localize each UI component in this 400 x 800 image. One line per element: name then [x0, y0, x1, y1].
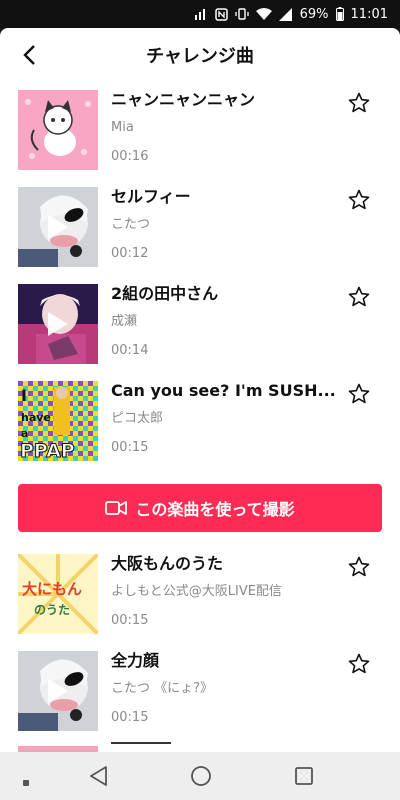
song-thumbnail[interactable]: I have a PPAP — [18, 381, 98, 461]
song-duration: 00:15 — [111, 440, 149, 455]
song-thumbnail[interactable] — [18, 90, 98, 170]
song-item[interactable]: 全力顔 こたつ 《にょ?》 00:15 — [0, 643, 400, 740]
ppap-thumb-text-ppap: PPAP — [20, 440, 75, 461]
back-button[interactable] — [14, 40, 44, 70]
play-icon — [48, 679, 68, 703]
song-info: ニャンニャンニャン Mia 00:16 — [111, 88, 339, 164]
shoot-with-song-button[interactable]: この楽曲を使って撮影 — [18, 484, 382, 532]
ppap-thumb-text-a: a — [21, 427, 28, 440]
wifi-icon — [255, 7, 272, 21]
song-item[interactable]: I have a PPAP Can you see? I'm SUSH... ピ… — [0, 373, 400, 470]
ppap-thumb-text-have: have — [21, 411, 51, 424]
overview-square-icon[interactable] — [294, 766, 314, 790]
song-artist: こたつ 《にょ?》 — [111, 681, 214, 696]
song-item[interactable]: 2組の田中さん 成瀬 00:14 — [0, 276, 400, 373]
song-title: セルフィー — [111, 187, 191, 206]
favorite-button[interactable] — [346, 187, 372, 213]
battery-percent: 69% — [299, 6, 329, 22]
song-artist: こたつ — [111, 217, 151, 232]
favorite-button[interactable] — [346, 284, 372, 310]
song-list: ニャンニャンニャン Mia 00:16 セルフィー こたつ 00:12 2組の田… — [0, 82, 400, 470]
song-duration: 00:15 — [111, 710, 149, 725]
song-info: 大阪もんのうた よしもと公式@大阪LIVE配信 00:15 — [111, 552, 339, 628]
star-outline-icon — [348, 189, 370, 210]
chevron-left-icon — [23, 45, 35, 65]
song-info: Can you see? I'm SUSH... ピコ太郎 00:15 — [111, 379, 339, 455]
play-icon — [48, 312, 68, 336]
vibrate-icon — [234, 7, 249, 21]
challenge-songs-sheet: チャレンジ曲 ニャンニャンニャン Mia 00:16 セルフィー こたつ 00:… — [0, 28, 400, 752]
song-duration: 00:14 — [111, 343, 149, 358]
song-item[interactable]: ニャンニャンニャン Mia 00:16 — [0, 82, 400, 179]
song-info: 2組の田中さん 成瀬 00:14 — [111, 282, 339, 358]
song-duration: 00:16 — [111, 149, 149, 164]
star-outline-icon — [348, 286, 370, 307]
song-item[interactable]: 大にもん のうた 大阪もんのうた よしもと公式@大阪LIVE配信 00:15 — [0, 546, 400, 643]
song-artist: Mia — [111, 120, 134, 135]
battery-icon — [335, 7, 344, 21]
header: チャレンジ曲 — [0, 28, 400, 82]
song-duration: 00:15 — [111, 613, 149, 628]
song-thumbnail[interactable]: 大にもん のうた — [18, 554, 98, 634]
play-icon — [48, 215, 68, 239]
video-camera-icon — [105, 501, 128, 515]
song-title: 大阪もんのうた — [111, 554, 224, 573]
osaka-thumb-text-sub: のうた — [34, 603, 70, 617]
nfc-icon — [214, 7, 228, 21]
star-outline-icon — [348, 653, 370, 674]
back-triangle-icon[interactable] — [88, 765, 110, 791]
song-info: 全力顔 こたつ 《にょ?》 00:15 — [111, 649, 339, 725]
star-outline-icon — [348, 556, 370, 577]
favorite-button[interactable] — [346, 651, 372, 677]
song-artist: 成瀬 — [111, 314, 138, 329]
status-bar: 69% 11:01 — [0, 0, 400, 28]
cell-signal-icon — [278, 7, 293, 21]
song-info: セルフィー こたつ 00:12 — [111, 185, 339, 261]
song-artist: ピコ太郎 — [111, 411, 164, 426]
song-title: 2組の田中さん — [111, 284, 219, 303]
favorite-button[interactable] — [346, 381, 372, 407]
star-outline-icon — [348, 92, 370, 113]
osaka-thumb-text-main: 大にもん — [22, 580, 82, 598]
page-title: チャレンジ曲 — [146, 46, 254, 67]
status-time: 11:01 — [350, 6, 388, 22]
song-thumbnail[interactable] — [18, 651, 98, 731]
song-item[interactable]: セルフィー こたつ 00:12 — [0, 179, 400, 276]
song-title: ニャンニャンニャン — [111, 90, 256, 109]
signal-wifi-calling-icon — [194, 7, 208, 21]
star-outline-icon — [348, 383, 370, 404]
song-title: 全力顔 — [111, 651, 160, 670]
song-thumbnail[interactable] — [18, 187, 98, 267]
system-nav-bar — [0, 752, 400, 800]
favorite-button[interactable] — [346, 554, 372, 580]
song-title: Can you see? I'm SUSH... — [111, 381, 336, 400]
shoot-button-label: この楽曲を使って撮影 — [135, 500, 295, 519]
recents-dot-icon[interactable] — [22, 772, 30, 791]
song-list-more: 大にもん のうた 大阪もんのうた よしもと公式@大阪LIVE配信 00:15 全… — [0, 546, 400, 740]
song-thumbnail[interactable] — [18, 284, 98, 364]
song-title-partial — [111, 742, 171, 752]
ppap-thumb-text-i: I — [21, 386, 27, 405]
song-duration: 00:12 — [111, 246, 149, 261]
home-circle-icon[interactable] — [190, 765, 212, 791]
favorite-button[interactable] — [346, 90, 372, 116]
song-artist: よしもと公式@大阪LIVE配信 — [111, 584, 282, 599]
